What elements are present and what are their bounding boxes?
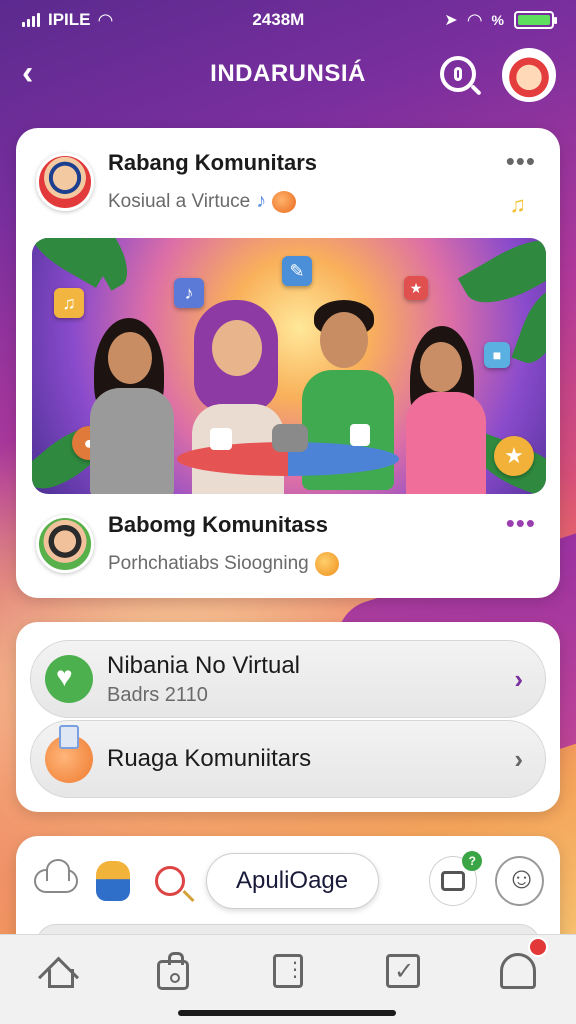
notification-badge: ? [462, 851, 483, 871]
profile-avatar[interactable] [502, 48, 556, 102]
more-options-button[interactable]: ••• [506, 148, 536, 174]
tag-icon: ★ [404, 276, 428, 300]
cup-icon [210, 428, 232, 450]
post-title: Rabang Komunitars [108, 150, 318, 175]
tab-home[interactable] [36, 949, 80, 993]
list-item-text: Ruaga Komuniitars [107, 745, 514, 773]
mascot-icon [96, 861, 131, 901]
post-text: Rabang Komunitars Kosiual a Virtuce ♪ [108, 150, 540, 213]
cloud-button[interactable] [34, 859, 78, 903]
avatar[interactable] [36, 152, 94, 211]
ghost-icon [500, 953, 537, 989]
printer-button[interactable]: ? [428, 851, 483, 906]
search-icon[interactable] [440, 56, 476, 92]
smile-icon[interactable] [495, 856, 544, 906]
apply-button[interactable]: ApuliOage [205, 853, 379, 909]
battery-percent-symbol: % [491, 12, 504, 28]
community-feed-card: Rabang Komunitars Kosiual a Virtuce ♪ ••… [16, 128, 560, 598]
printer-icon [440, 871, 465, 891]
page-title: INDARUNSIÁ [210, 60, 366, 87]
edit-icon: ✎ [282, 256, 312, 286]
music-note-icon: ♪ [256, 190, 267, 212]
post-text: Babomg Komunitass Porhchatiabs Sioogning [108, 512, 540, 576]
list-item-virtual[interactable]: Nibania No Virtual Badrs 2110 › [30, 640, 546, 718]
location-icon: ➤ [444, 12, 458, 29]
star-badge-icon: ★ [494, 436, 534, 476]
peach-icon [45, 725, 93, 783]
mascot-button[interactable] [92, 859, 135, 903]
wifi-icon-right: ◠ [467, 9, 482, 30]
chat-icon: ■ [484, 342, 510, 368]
music-note-icon: ♫ [509, 192, 527, 217]
status-bar: IPILE ◠ 2438M ➤ ◠ % [0, 0, 576, 40]
list-item-title: Ruaga Komuniitars [107, 745, 312, 772]
avatar[interactable] [36, 515, 94, 573]
teapot-icon [272, 424, 308, 452]
tab-menu[interactable] [266, 949, 310, 993]
check-icon [386, 954, 421, 988]
home-indicator [178, 1010, 396, 1016]
carrier-label: IPILE [48, 10, 91, 29]
list-item-text: Nibania No Virtual Badrs 2110 [107, 652, 514, 707]
heart-icon [45, 655, 93, 703]
battery-icon [513, 11, 557, 29]
notification-badge [528, 937, 549, 957]
tab-profile[interactable] [496, 937, 549, 993]
emoji-icon [314, 552, 339, 576]
post-header-1[interactable]: Rabang Komunitars Kosiual a Virtuce ♪ ••… [36, 148, 540, 217]
post-title: Babomg Komunitass [108, 512, 329, 537]
timer-icon [155, 866, 186, 896]
music-note-icon: ♪ [174, 278, 204, 308]
more-options-button[interactable]: ••• [506, 510, 536, 536]
community-list-card: Nibania No Virtual Badrs 2110 › Ruaga Ko… [16, 622, 560, 812]
status-right: ➤ ◠ % [444, 9, 557, 31]
list-item-title: Nibania No Virtual [107, 651, 300, 679]
app-header: ‹ INDARUNSIÁ [0, 44, 576, 104]
post-subtitle-row: Kosiual a Virtuce ♪ [108, 190, 540, 213]
status-left: IPILE ◠ [22, 10, 112, 31]
back-button[interactable]: ‹ [22, 56, 54, 92]
post-subtitle-row: Porhchatiabs Sioogning [108, 552, 540, 576]
apple-icon [272, 190, 297, 213]
status-time: 2438M [252, 10, 305, 29]
cloud-icon [34, 859, 78, 893]
list-item-community-room[interactable]: Ruaga Komuniitars › [30, 720, 546, 798]
tab-tasks[interactable] [381, 949, 425, 993]
chevron-right-icon: › [514, 743, 523, 774]
menu-icon [272, 954, 305, 988]
community-hero-image[interactable]: ♫ ♪ ✎ ★ ■ ● ★ [32, 238, 546, 494]
toolbar-row: ApuliOage ? [34, 850, 544, 912]
bag-icon [156, 952, 189, 990]
chevron-right-icon: › [514, 663, 523, 694]
post-subtitle: Kosiual a Virtuce [108, 190, 251, 212]
cup-icon [350, 424, 370, 446]
list-item-subtitle: Badrs 2110 [107, 683, 208, 706]
home-icon [43, 957, 74, 988]
wifi-icon: ◠ [98, 9, 113, 30]
tab-shop[interactable] [151, 949, 195, 993]
post-subtitle: Porhchatiabs Sioogning [108, 553, 309, 574]
music-note-icon: ♫ [54, 288, 84, 318]
timer-button[interactable] [149, 859, 192, 903]
post-header-2[interactable]: Babomg Komunitass Porhchatiabs Sioogning… [36, 510, 540, 576]
signal-icon [22, 13, 40, 27]
